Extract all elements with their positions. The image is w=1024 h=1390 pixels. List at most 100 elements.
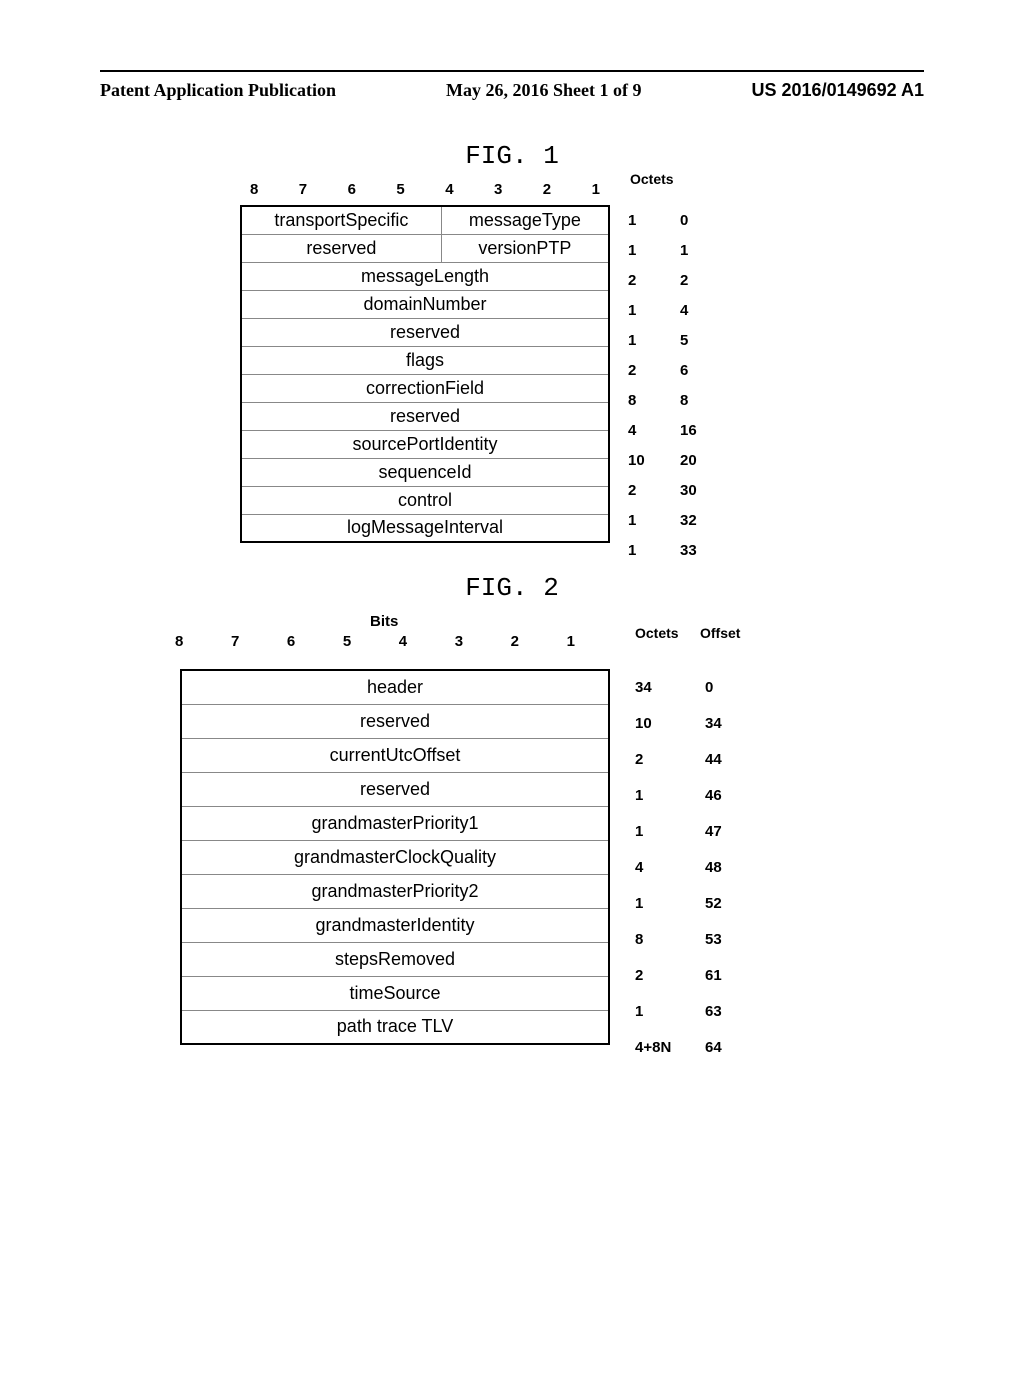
fig2-bits-label: Bits	[370, 613, 398, 630]
fig1-bit-num: 3	[494, 181, 502, 198]
offset-value: 34	[705, 705, 722, 741]
table-row: control	[241, 486, 609, 514]
fig1-octets-col: 1121128410211	[628, 205, 645, 565]
table-cell: reserved	[241, 402, 609, 430]
table-row: stepsRemoved	[181, 942, 609, 976]
table-cell: reserved	[241, 234, 441, 262]
octets-value: 1	[628, 535, 645, 565]
table-row: timeSource	[181, 976, 609, 1010]
table-row: path trace TLV	[181, 1010, 609, 1044]
octets-value: 1	[628, 505, 645, 535]
table-cell: domainNumber	[241, 290, 609, 318]
fig2-bit-num: 5	[343, 633, 351, 650]
octets-value: 1	[628, 295, 645, 325]
fig1-bit-num: 7	[299, 181, 307, 198]
offset-value: 64	[705, 1029, 722, 1065]
table-row: grandmasterClockQuality	[181, 840, 609, 874]
offset-value: 2	[680, 265, 697, 295]
table-row: reserved	[181, 772, 609, 806]
table-cell: correctionField	[241, 374, 609, 402]
fig1-bit-numbers: 87654321	[250, 181, 600, 198]
table-cell: grandmasterPriority1	[181, 806, 609, 840]
fig2-bit-num: 1	[567, 633, 575, 650]
fig2-bit-numbers: 87654321	[175, 633, 575, 650]
table-cell: currentUtcOffset	[181, 738, 609, 772]
header-center: May 26, 2016 Sheet 1 of 9	[446, 80, 641, 101]
octets-value: 8	[628, 385, 645, 415]
table-row: grandmasterPriority1	[181, 806, 609, 840]
octets-value: 1	[635, 993, 671, 1029]
table-cell: grandmasterPriority2	[181, 874, 609, 908]
octets-value: 1	[628, 325, 645, 355]
table-row: flags	[241, 346, 609, 374]
table-cell: grandmasterClockQuality	[181, 840, 609, 874]
offset-value: 5	[680, 325, 697, 355]
octets-value: 10	[635, 705, 671, 741]
offset-value: 0	[705, 669, 722, 705]
fig2-bit-num: 8	[175, 633, 183, 650]
fig1-title: FIG. 1	[0, 141, 1024, 171]
octets-value: 2	[628, 265, 645, 295]
fig1-table: transportSpecificmessageTypereservedvers…	[240, 205, 610, 543]
octets-value: 8	[635, 921, 671, 957]
offset-value: 53	[705, 921, 722, 957]
table-cell: sourcePortIdentity	[241, 430, 609, 458]
table-row: correctionField	[241, 374, 609, 402]
octets-value: 1	[628, 235, 645, 265]
fig2-bit-num: 4	[399, 633, 407, 650]
table-row: currentUtcOffset	[181, 738, 609, 772]
table-row: reserved	[181, 704, 609, 738]
table-cell: stepsRemoved	[181, 942, 609, 976]
table-cell: flags	[241, 346, 609, 374]
header-left: Patent Application Publication	[100, 80, 336, 101]
fig2-table-wrap: headerreservedcurrentUtcOffsetreservedgr…	[180, 669, 820, 1045]
table-row: grandmasterPriority2	[181, 874, 609, 908]
offset-value: 48	[705, 849, 722, 885]
fig2-octets-header: Octets	[635, 625, 679, 641]
fig2-bit-num: 6	[287, 633, 295, 650]
table-cell: sequenceId	[241, 458, 609, 486]
table-row: messageLength	[241, 262, 609, 290]
table-row: reserved	[241, 318, 609, 346]
offset-value: 33	[680, 535, 697, 565]
offset-value: 47	[705, 813, 722, 849]
table-row: logMessageInterval	[241, 514, 609, 542]
offset-value: 61	[705, 957, 722, 993]
fig2-bit-num: 7	[231, 633, 239, 650]
table-cell: timeSource	[181, 976, 609, 1010]
header-right: US 2016/0149692 A1	[752, 80, 924, 101]
offset-value: 6	[680, 355, 697, 385]
table-row: reserved	[241, 402, 609, 430]
fig1-bit-num: 1	[592, 181, 600, 198]
page-header: Patent Application Publication May 26, 2…	[100, 80, 924, 101]
offset-value: 44	[705, 741, 722, 777]
octets-value: 4+8N	[635, 1029, 671, 1065]
octets-value: 10	[628, 445, 645, 475]
fig1-offset-col: 01245681620303233	[680, 205, 697, 565]
fig2-title: FIG. 2	[0, 573, 1024, 603]
table-row: sourcePortIdentity	[241, 430, 609, 458]
fig1-bit-num: 5	[396, 181, 404, 198]
table-cell: header	[181, 670, 609, 704]
table-row: grandmasterIdentity	[181, 908, 609, 942]
octets-value: 1	[635, 813, 671, 849]
offset-value: 30	[680, 475, 697, 505]
table-cell: transportSpecific	[241, 206, 441, 234]
octets-value: 4	[635, 849, 671, 885]
table-cell: messageType	[441, 206, 609, 234]
table-cell: reserved	[181, 772, 609, 806]
table-row: reservedversionPTP	[241, 234, 609, 262]
table-row: domainNumber	[241, 290, 609, 318]
octets-value: 1	[635, 777, 671, 813]
offset-value: 1	[680, 235, 697, 265]
offset-value: 63	[705, 993, 722, 1029]
table-cell: control	[241, 486, 609, 514]
offset-value: 0	[680, 205, 697, 235]
octets-value: 2	[635, 741, 671, 777]
offset-value: 8	[680, 385, 697, 415]
octets-value: 34	[635, 669, 671, 705]
offset-value: 4	[680, 295, 697, 325]
fig2-offset-header: Offset	[700, 625, 740, 641]
fig1-table-wrap: transportSpecificmessageTypereservedvers…	[240, 205, 800, 543]
table-cell: logMessageInterval	[241, 514, 609, 542]
